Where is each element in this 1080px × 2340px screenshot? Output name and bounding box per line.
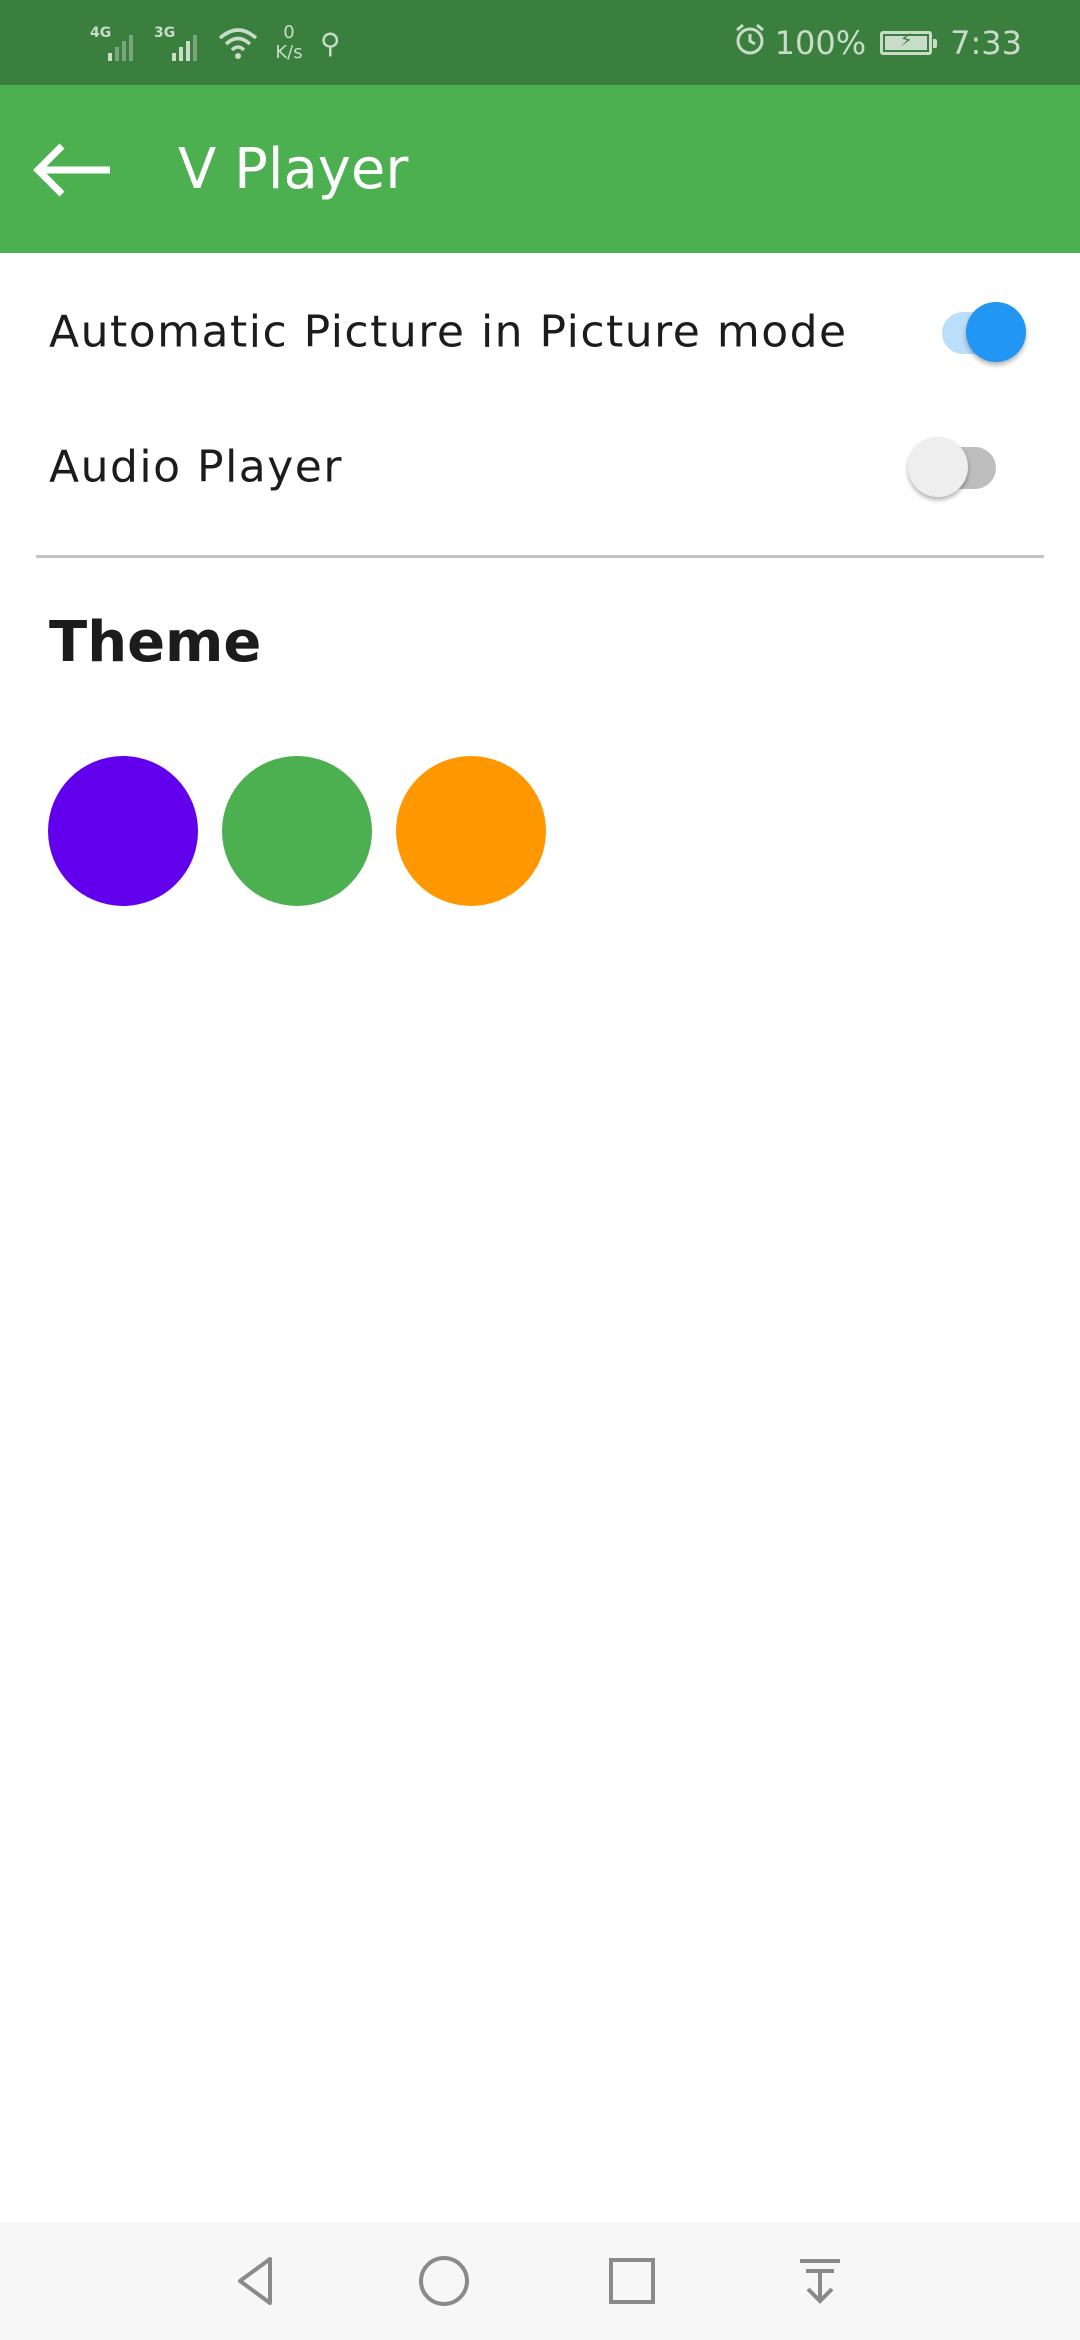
nav-recents-button[interactable]	[597, 2246, 667, 2316]
back-button[interactable]	[22, 125, 122, 215]
circle-home-icon	[419, 2256, 469, 2306]
settings-screen: 4G 3G 0 K/s ⚲ 100% ⚡ 7:33 V Player Autom…	[0, 0, 1080, 2340]
network-speed-unit: K/s	[275, 42, 303, 63]
status-right: 100% ⚡ 7:33	[733, 18, 1022, 68]
nav-notifications-button[interactable]	[785, 2246, 855, 2316]
nav-home-button[interactable]	[409, 2246, 479, 2316]
status-left: 4G 3G 0 K/s ⚲	[90, 18, 341, 68]
alarm-icon	[733, 22, 767, 64]
clock: 7:33	[950, 24, 1022, 62]
app-bar: V Player	[0, 85, 1080, 253]
status-bar: 4G 3G 0 K/s ⚲ 100% ⚡ 7:33	[0, 0, 1080, 85]
toggle-thumb	[908, 437, 968, 497]
triangle-back-icon	[238, 2257, 272, 2305]
battery-icon: ⚡	[880, 30, 938, 55]
setting-row-pip[interactable]: Automatic Picture in Picture mode	[0, 265, 1080, 399]
square-recents-icon	[609, 2258, 655, 2304]
theme-swatch-green[interactable]	[222, 756, 372, 906]
network-speed: 0 K/s	[270, 23, 308, 63]
theme-swatch-purple[interactable]	[48, 756, 198, 906]
nav-back-button[interactable]	[221, 2246, 291, 2316]
setting-row-audio-player[interactable]: Audio Player	[0, 400, 1080, 534]
audio-player-toggle[interactable]	[902, 435, 1002, 499]
network-speed-value: 0	[283, 22, 295, 43]
theme-section-title: Theme	[49, 610, 262, 675]
setting-label: Automatic Picture in Picture mode	[49, 306, 848, 358]
battery-percent: 100%	[774, 24, 867, 62]
signal-3g-icon: 3G	[154, 23, 206, 63]
usb-icon: ⚲	[320, 26, 341, 60]
divider	[36, 555, 1044, 558]
system-nav-bar	[0, 2222, 1080, 2340]
signal-4g-icon: 4G	[90, 23, 142, 63]
arrow-left-icon	[33, 143, 110, 197]
toggle-thumb	[966, 302, 1026, 362]
page-title: V Player	[178, 137, 409, 202]
pull-down-icon	[800, 2259, 840, 2304]
setting-label: Audio Player	[49, 441, 343, 493]
wifi-icon	[218, 26, 258, 60]
theme-swatches	[48, 756, 546, 906]
theme-swatch-orange[interactable]	[396, 756, 546, 906]
pip-toggle[interactable]	[922, 300, 1026, 364]
